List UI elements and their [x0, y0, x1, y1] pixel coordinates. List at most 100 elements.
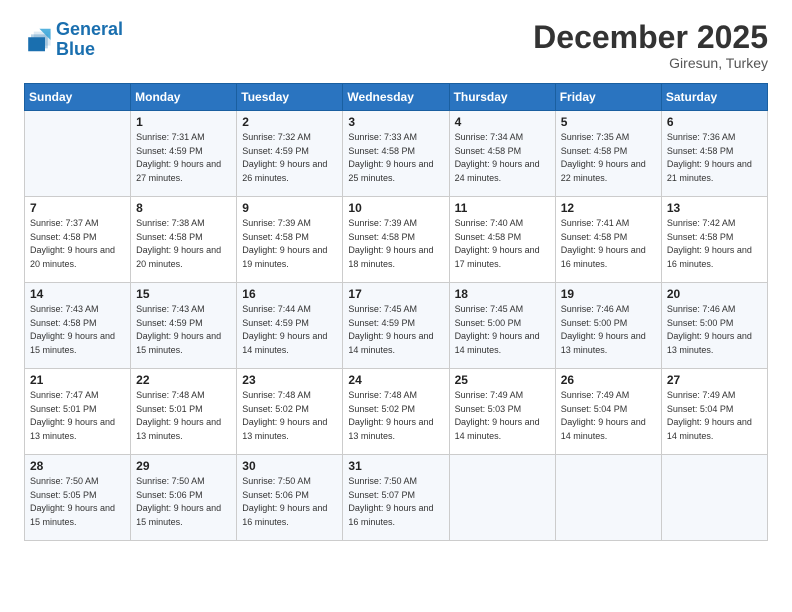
- logo-line1: General: [56, 19, 123, 39]
- calendar-cell: 31 Sunrise: 7:50 AM Sunset: 5:07 PM Dayli…: [343, 455, 449, 541]
- day-number: 2: [242, 115, 337, 129]
- day-info: Sunrise: 7:38 AM Sunset: 4:58 PM Dayligh…: [136, 217, 231, 271]
- day-number: 1: [136, 115, 231, 129]
- calendar-cell: 21Sunrise: 7:47 AM Sunset: 5:01 PM Dayli…: [25, 369, 131, 455]
- header-day: Saturday: [661, 84, 767, 111]
- day-info: Sunrise: 7:46 AM Sunset: 5:00 PM Dayligh…: [561, 303, 656, 357]
- calendar-cell: 27 Sunrise: 7:49 AM Sunset: 5:04 PM Dayli…: [661, 369, 767, 455]
- day-number: 9: [242, 201, 337, 215]
- calendar-cell: [449, 455, 555, 541]
- day-number: 17: [348, 287, 443, 301]
- day-number: 23: [242, 373, 337, 387]
- day-number: 6: [667, 115, 762, 129]
- page: General Blue December 2025 Giresun, Turk…: [0, 0, 792, 612]
- logo-icon: [24, 26, 52, 54]
- calendar-cell: 28Sunrise: 7:50 AM Sunset: 5:05 PM Dayli…: [25, 455, 131, 541]
- calendar-week: 21Sunrise: 7:47 AM Sunset: 5:01 PM Dayli…: [25, 369, 768, 455]
- header-day: Friday: [555, 84, 661, 111]
- calendar-cell: 6 Sunrise: 7:36 AM Sunset: 4:58 PM Daylig…: [661, 111, 767, 197]
- day-info: Sunrise: 7:50 AM Sunset: 5:06 PM Dayligh…: [136, 475, 231, 529]
- day-number: 14: [30, 287, 125, 301]
- day-info: Sunrise: 7:40 AM Sunset: 4:58 PM Dayligh…: [455, 217, 550, 271]
- day-info: Sunrise: 7:36 AM Sunset: 4:58 PM Dayligh…: [667, 131, 762, 185]
- day-info: Sunrise: 7:45 AM Sunset: 4:59 PM Dayligh…: [348, 303, 443, 357]
- day-number: 19: [561, 287, 656, 301]
- day-number: 16: [242, 287, 337, 301]
- header-day: Tuesday: [237, 84, 343, 111]
- day-number: 24: [348, 373, 443, 387]
- title-block: December 2025 Giresun, Turkey: [533, 20, 768, 71]
- calendar-week: 14Sunrise: 7:43 AM Sunset: 4:58 PM Dayli…: [25, 283, 768, 369]
- calendar-cell: 10Sunrise: 7:39 AM Sunset: 4:58 PM Dayli…: [343, 197, 449, 283]
- day-number: 21: [30, 373, 125, 387]
- day-number: 12: [561, 201, 656, 215]
- calendar-cell: 20 Sunrise: 7:46 AM Sunset: 5:00 PM Dayli…: [661, 283, 767, 369]
- calendar-cell: 22Sunrise: 7:48 AM Sunset: 5:01 PM Dayli…: [131, 369, 237, 455]
- header: General Blue December 2025 Giresun, Turk…: [24, 20, 768, 71]
- day-number: 25: [455, 373, 550, 387]
- logo: General Blue: [24, 20, 123, 60]
- header-day: Wednesday: [343, 84, 449, 111]
- header-row: SundayMondayTuesdayWednesdayThursdayFrid…: [25, 84, 768, 111]
- calendar-cell: 16 Sunrise: 7:44 AM Sunset: 4:59 PM Dayli…: [237, 283, 343, 369]
- calendar-cell: 18Sunrise: 7:45 AM Sunset: 5:00 PM Dayli…: [449, 283, 555, 369]
- day-info: Sunrise: 7:41 AM Sunset: 4:58 PM Dayligh…: [561, 217, 656, 271]
- calendar-cell: [25, 111, 131, 197]
- logo-text: General Blue: [56, 20, 123, 60]
- month-title: December 2025: [533, 20, 768, 55]
- calendar-cell: 24Sunrise: 7:48 AM Sunset: 5:02 PM Dayli…: [343, 369, 449, 455]
- day-info: Sunrise: 7:46 AM Sunset: 5:00 PM Dayligh…: [667, 303, 762, 357]
- calendar-cell: 29Sunrise: 7:50 AM Sunset: 5:06 PM Dayli…: [131, 455, 237, 541]
- day-info: Sunrise: 7:44 AM Sunset: 4:59 PM Dayligh…: [242, 303, 337, 357]
- day-number: 10: [348, 201, 443, 215]
- day-number: 3: [348, 115, 443, 129]
- day-info: Sunrise: 7:48 AM Sunset: 5:02 PM Dayligh…: [242, 389, 337, 443]
- calendar-cell: 26 Sunrise: 7:49 AM Sunset: 5:04 PM Dayli…: [555, 369, 661, 455]
- calendar-week: 7 Sunrise: 7:37 AM Sunset: 4:58 PM Daylig…: [25, 197, 768, 283]
- day-number: 8: [136, 201, 231, 215]
- logo-line2: Blue: [56, 39, 95, 59]
- day-info: Sunrise: 7:49 AM Sunset: 5:04 PM Dayligh…: [667, 389, 762, 443]
- day-number: 7: [30, 201, 125, 215]
- day-number: 26: [561, 373, 656, 387]
- day-info: Sunrise: 7:32 AM Sunset: 4:59 PM Dayligh…: [242, 131, 337, 185]
- day-number: 15: [136, 287, 231, 301]
- calendar-cell: 14Sunrise: 7:43 AM Sunset: 4:58 PM Dayli…: [25, 283, 131, 369]
- calendar-cell: 30Sunrise: 7:50 AM Sunset: 5:06 PM Dayli…: [237, 455, 343, 541]
- calendar-cell: 13Sunrise: 7:42 AM Sunset: 4:58 PM Dayli…: [661, 197, 767, 283]
- calendar-cell: 5 Sunrise: 7:35 AM Sunset: 4:58 PM Daylig…: [555, 111, 661, 197]
- calendar-cell: 2 Sunrise: 7:32 AM Sunset: 4:59 PM Daylig…: [237, 111, 343, 197]
- day-number: 4: [455, 115, 550, 129]
- calendar-cell: 8 Sunrise: 7:38 AM Sunset: 4:58 PM Daylig…: [131, 197, 237, 283]
- day-info: Sunrise: 7:39 AM Sunset: 4:58 PM Dayligh…: [242, 217, 337, 271]
- calendar-table: SundayMondayTuesdayWednesdayThursdayFrid…: [24, 83, 768, 541]
- day-info: Sunrise: 7:34 AM Sunset: 4:58 PM Dayligh…: [455, 131, 550, 185]
- day-info: Sunrise: 7:48 AM Sunset: 5:01 PM Dayligh…: [136, 389, 231, 443]
- day-info: Sunrise: 7:37 AM Sunset: 4:58 PM Dayligh…: [30, 217, 125, 271]
- day-number: 20: [667, 287, 762, 301]
- header-day: Thursday: [449, 84, 555, 111]
- day-number: 27: [667, 373, 762, 387]
- day-number: 18: [455, 287, 550, 301]
- day-number: 5: [561, 115, 656, 129]
- calendar-cell: [555, 455, 661, 541]
- calendar-cell: 11Sunrise: 7:40 AM Sunset: 4:58 PM Dayli…: [449, 197, 555, 283]
- day-info: Sunrise: 7:49 AM Sunset: 5:04 PM Dayligh…: [561, 389, 656, 443]
- calendar-cell: 3 Sunrise: 7:33 AM Sunset: 4:58 PM Daylig…: [343, 111, 449, 197]
- day-info: Sunrise: 7:50 AM Sunset: 5:07 PM Dayligh…: [348, 475, 443, 529]
- calendar-cell: 17 Sunrise: 7:45 AM Sunset: 4:59 PM Dayli…: [343, 283, 449, 369]
- calendar-cell: 15Sunrise: 7:43 AM Sunset: 4:59 PM Dayli…: [131, 283, 237, 369]
- day-info: Sunrise: 7:42 AM Sunset: 4:58 PM Dayligh…: [667, 217, 762, 271]
- calendar-cell: 23 Sunrise: 7:48 AM Sunset: 5:02 PM Dayli…: [237, 369, 343, 455]
- calendar-week: 1Sunrise: 7:31 AM Sunset: 4:59 PM Daylig…: [25, 111, 768, 197]
- day-info: Sunrise: 7:35 AM Sunset: 4:58 PM Dayligh…: [561, 131, 656, 185]
- header-day: Monday: [131, 84, 237, 111]
- calendar-cell: 19 Sunrise: 7:46 AM Sunset: 5:00 PM Dayli…: [555, 283, 661, 369]
- calendar-cell: [661, 455, 767, 541]
- location: Giresun, Turkey: [533, 55, 768, 71]
- day-info: Sunrise: 7:49 AM Sunset: 5:03 PM Dayligh…: [455, 389, 550, 443]
- day-number: 28: [30, 459, 125, 473]
- day-info: Sunrise: 7:50 AM Sunset: 5:06 PM Dayligh…: [242, 475, 337, 529]
- day-info: Sunrise: 7:33 AM Sunset: 4:58 PM Dayligh…: [348, 131, 443, 185]
- day-number: 31: [348, 459, 443, 473]
